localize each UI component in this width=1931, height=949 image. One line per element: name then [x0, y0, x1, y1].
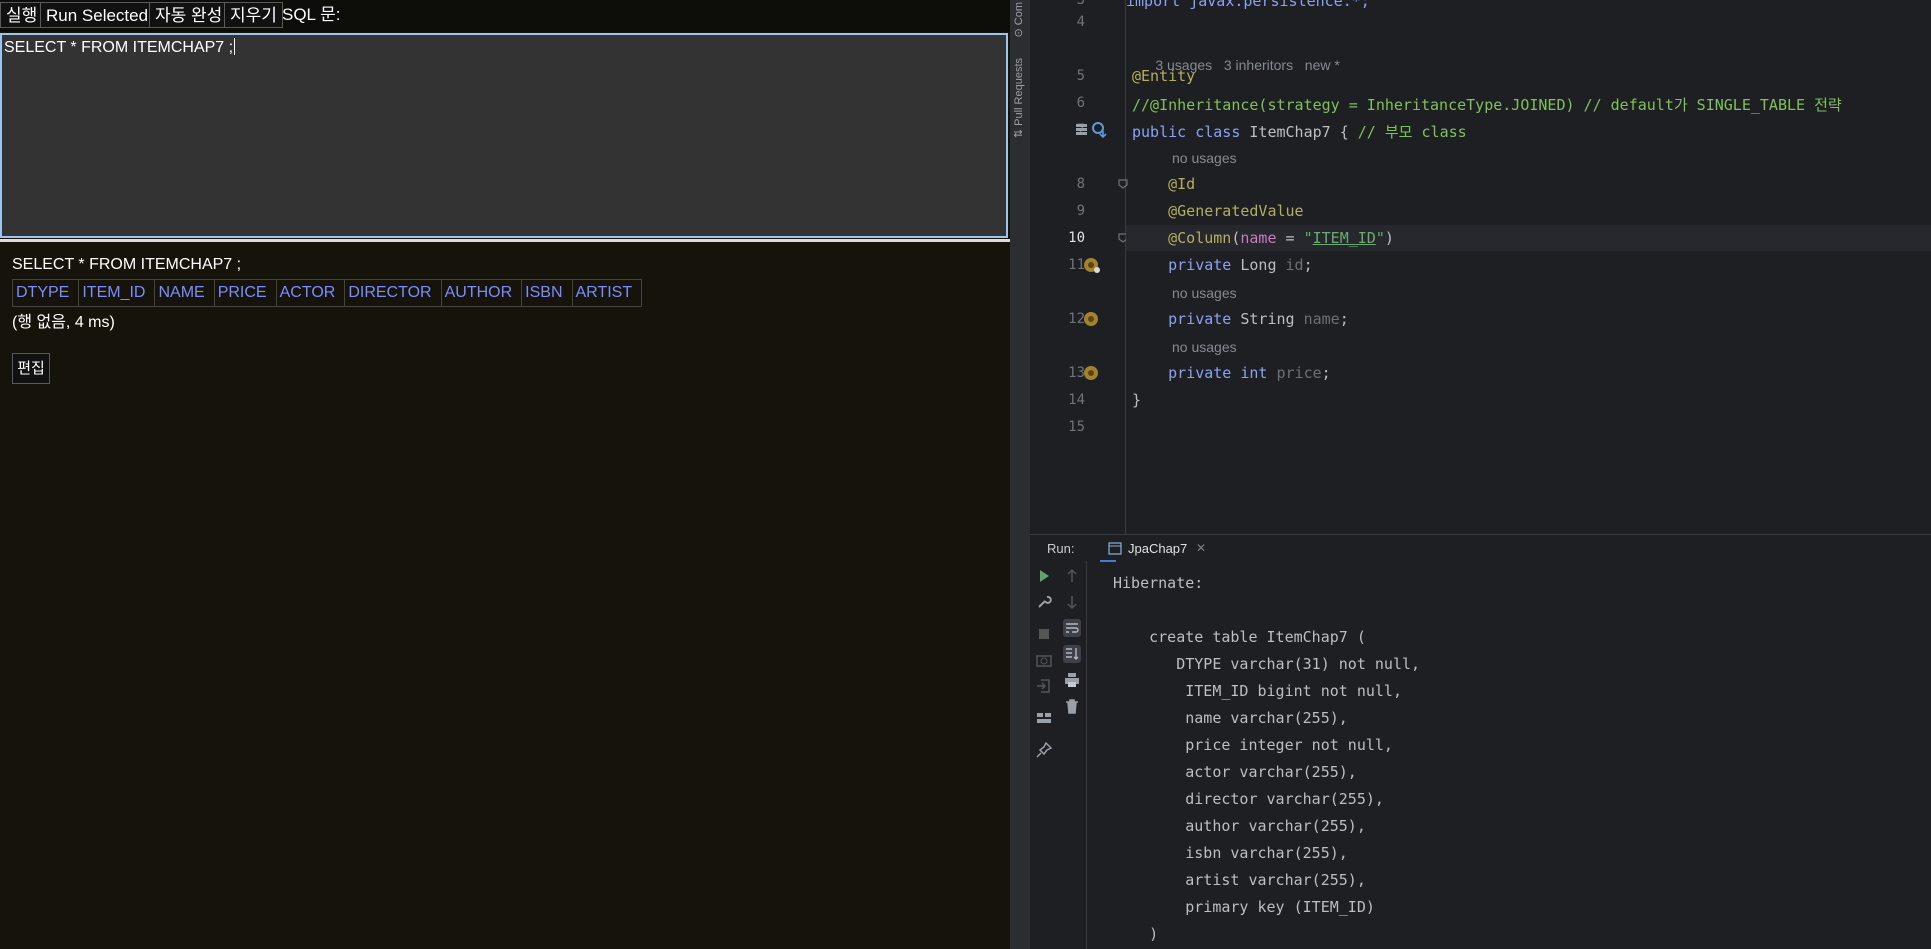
code-line: @Column(name = "ITEM_ID") — [1168, 229, 1394, 247]
column-mapping-icon[interactable] — [1083, 257, 1101, 275]
console-line: actor varchar(255), — [1113, 763, 1357, 781]
result-query-text: SELECT * FROM ITEMCHAP7 ; — [12, 256, 242, 273]
result-table: DTYPE ITEM_ID NAME PRICE ACTOR DIRECTOR AUTHOR… — [11, 279, 643, 307]
sql-statement-label: SQL 문: — [282, 5, 341, 24]
exit-icon[interactable] — [1035, 677, 1053, 695]
arrow-up-icon[interactable] — [1063, 567, 1081, 585]
ide-window: ⊙ Com ⇅ Pull Requests 3 4 5 6 7 8 9 10 1… — [1010, 0, 1931, 949]
line-number: 11 — [1068, 257, 1085, 273]
autocomplete-button[interactable]: 자동 완성 — [149, 2, 229, 28]
pin-icon[interactable] — [1035, 741, 1053, 759]
run-panel-header: Run: JpaChap7 ✕ — [1030, 534, 1931, 562]
camera-icon[interactable] — [1035, 651, 1053, 669]
code-line: import javax.persistence.*; — [1126, 0, 1370, 10]
arrow-down-icon[interactable] — [1063, 593, 1081, 611]
sql-toolbar: 실행 Run Selected 자동 완성 지우기 SQL 문: — [0, 0, 1010, 32]
usage-hint[interactable]: no usages — [1172, 339, 1237, 355]
line-number: 12 — [1068, 311, 1085, 327]
line-number: 6 — [1076, 95, 1085, 111]
usage-hint[interactable]: no usages — [1172, 285, 1237, 301]
line-number: 5 — [1076, 68, 1085, 84]
console-line: isbn varchar(255), — [1113, 844, 1348, 862]
editor-gutter: 3 4 5 6 7 8 9 10 11 12 13 14 15 — [1030, 0, 1143, 534]
result-column-header[interactable]: PRICE — [213, 279, 277, 307]
console-line: primary key (ITEM_ID) — [1113, 898, 1375, 916]
result-column-header[interactable]: ACTOR — [275, 279, 346, 307]
commit-tool-tab[interactable]: ⊙ Com — [1012, 2, 1025, 38]
console-line: director varchar(255), — [1113, 790, 1384, 808]
h2-console: 실행 Run Selected 자동 완성 지우기 SQL 문: SELECT … — [0, 0, 1010, 949]
result-column-header[interactable]: ISBN — [521, 279, 573, 307]
console-line: create table ItemChap7 ( — [1113, 628, 1366, 646]
edit-button[interactable]: 편집 — [12, 353, 50, 384]
panel-divider[interactable] — [0, 239, 1010, 242]
result-column-header[interactable]: NAME — [154, 279, 215, 307]
print-icon[interactable] — [1063, 671, 1081, 689]
trash-icon[interactable] — [1063, 697, 1081, 715]
database-entity-icon[interactable] — [1074, 122, 1090, 138]
rerun-icon[interactable] — [1035, 567, 1053, 585]
code-line: //@Inheritance(strategy = InheritanceTyp… — [1132, 96, 1842, 114]
code-editor[interactable]: import javax.persistence.*; 3 usages 3 i… — [1126, 0, 1931, 534]
code-line: @GeneratedValue — [1132, 202, 1304, 220]
inheritors-icon[interactable] — [1091, 121, 1109, 139]
code-line: @Id — [1132, 175, 1196, 193]
text-caret — [234, 38, 236, 55]
result-header-row: DTYPE ITEM_ID NAME PRICE ACTOR DIRECTOR AUTHOR… — [11, 279, 643, 307]
run-button[interactable]: 실행 — [0, 2, 44, 28]
pull-request-icon: ⇅ — [1013, 125, 1025, 139]
result-column-header[interactable]: DTYPE — [11, 279, 80, 307]
console-line: author varchar(255), — [1113, 817, 1366, 835]
line-number: 8 — [1076, 176, 1085, 192]
run-tab-jpachap7[interactable]: JpaChap7 ✕ — [1100, 535, 1206, 562]
line-number: 9 — [1076, 203, 1085, 219]
line-number: 4 — [1076, 14, 1085, 30]
code-line: } — [1132, 391, 1142, 409]
side-tool-strip: ⊙ Com ⇅ Pull Requests — [1010, 0, 1031, 949]
console-line: name varchar(255), — [1113, 709, 1348, 727]
console-line: artist varchar(255), — [1113, 871, 1366, 889]
commit-icon: ⊙ — [1013, 25, 1025, 38]
console-line: Hibernate: — [1113, 574, 1213, 592]
field-mapping-icon[interactable] — [1083, 365, 1099, 381]
console-icon — [1108, 542, 1122, 555]
result-column-header[interactable]: ITEM_ID — [78, 279, 156, 307]
console-line: price integer not null, — [1113, 736, 1393, 754]
run-toolbar-primary — [1030, 561, 1058, 949]
run-console[interactable]: Hibernate: create table ItemChap7 ( DTYP… — [1094, 561, 1924, 949]
line-number: 15 — [1068, 419, 1085, 435]
sql-editor-text: SELECT * FROM ITEMCHAP7 ; — [4, 39, 234, 56]
console-line: ) — [1113, 925, 1159, 943]
result-column-header[interactable]: DIRECTOR — [344, 279, 442, 307]
result-column-header[interactable]: ARTIST — [571, 279, 643, 307]
code-line: private String name; — [1168, 310, 1349, 328]
line-number-current: 10 — [1068, 230, 1085, 246]
scroll-to-end-icon[interactable] — [1063, 645, 1081, 663]
run-label: Run: — [1047, 541, 1075, 556]
line-number: 3 — [1076, 0, 1085, 8]
code-line: @Entity — [1132, 67, 1196, 85]
code-line: public class ItemChap7 { // 부모 class — [1132, 123, 1467, 141]
soft-wrap-icon[interactable] — [1063, 619, 1081, 637]
stop-icon[interactable] — [1035, 625, 1053, 643]
console-line: DTYPE varchar(31) not null, — [1113, 655, 1421, 673]
line-number: 13 — [1068, 365, 1085, 381]
clear-button[interactable]: 지우기 — [224, 2, 283, 28]
sql-editor[interactable]: SELECT * FROM ITEMCHAP7 ; — [0, 33, 1008, 238]
usage-hint[interactable]: no usages — [1172, 150, 1237, 166]
close-icon[interactable]: ✕ — [1196, 541, 1206, 555]
run-toolbar-secondary — [1058, 561, 1087, 949]
wrench-icon[interactable] — [1035, 593, 1053, 611]
result-status: (행 없음, 4 ms) — [12, 314, 115, 331]
run-selected-button[interactable]: Run Selected — [40, 2, 155, 28]
code-line: private Long id; — [1168, 256, 1313, 274]
layout-icon[interactable] — [1035, 709, 1053, 727]
result-column-header[interactable]: AUTHOR — [440, 279, 523, 307]
console-line: ITEM_ID bigint not null, — [1113, 682, 1402, 700]
code-line: private int price; — [1168, 364, 1331, 382]
pull-requests-tool-tab[interactable]: ⇅ Pull Requests — [1012, 58, 1025, 138]
line-number: 14 — [1068, 392, 1085, 408]
field-mapping-icon[interactable] — [1083, 311, 1099, 327]
